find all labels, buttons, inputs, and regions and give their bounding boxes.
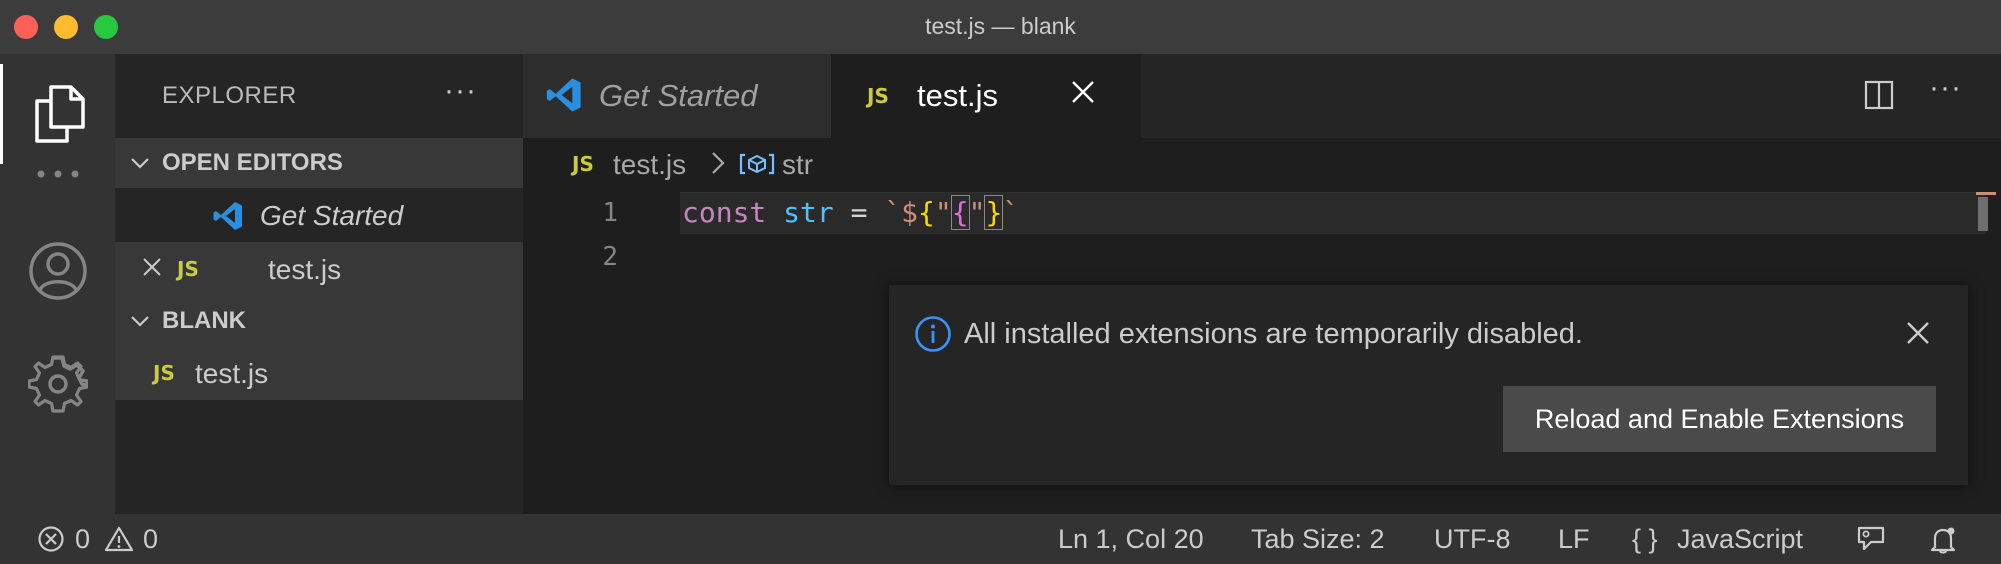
notifications-bell-icon[interactable] bbox=[1928, 525, 1958, 555]
split-editor-icon[interactable] bbox=[1864, 80, 1894, 110]
tab-label: Get Started bbox=[599, 78, 758, 113]
variable-symbol-icon bbox=[739, 153, 775, 175]
tab-test-js[interactable]: JS test.js bbox=[831, 54, 1141, 138]
activity-bar bbox=[0, 54, 115, 514]
tab-label: test.js bbox=[917, 78, 998, 113]
token-template-open: ` bbox=[884, 196, 902, 229]
end-of-line[interactable]: LF bbox=[1558, 524, 1590, 555]
explorer-more-actions-button[interactable]: ··· bbox=[444, 74, 477, 108]
js-file-icon: JS bbox=[177, 257, 199, 281]
file-tree-item-test-js[interactable]: JS test.js bbox=[115, 346, 523, 400]
close-icon[interactable] bbox=[1906, 321, 1930, 345]
info-icon bbox=[915, 316, 951, 352]
open-editors-section-header[interactable]: OPEN EDITORS bbox=[115, 138, 523, 188]
error-count[interactable]: 0 bbox=[75, 524, 90, 555]
close-icon[interactable] bbox=[142, 257, 162, 277]
token-dollar: $ bbox=[901, 196, 919, 229]
title-bar: test.js — blank bbox=[0, 0, 2001, 54]
open-editor-item-get-started[interactable]: Get Started bbox=[115, 188, 523, 242]
vscode-logo-icon bbox=[546, 78, 581, 112]
editor-more-actions-button[interactable]: ··· bbox=[1929, 71, 1962, 105]
line-number: 2 bbox=[602, 242, 618, 272]
notification-toast: All installed extensions are temporarily… bbox=[889, 285, 1968, 485]
token-brace-open: { bbox=[918, 196, 935, 229]
warning-icon[interactable] bbox=[104, 525, 134, 553]
more-icon[interactable] bbox=[0, 144, 115, 204]
tab-get-started[interactable]: Get Started bbox=[523, 54, 831, 138]
language-mode[interactable]: JavaScript bbox=[1677, 524, 1803, 555]
token-brace-close: } bbox=[984, 195, 1004, 230]
reload-and-enable-extensions-button[interactable]: Reload and Enable Extensions bbox=[1503, 386, 1936, 452]
open-editors-label: OPEN EDITORS bbox=[162, 149, 343, 176]
token-quote: " bbox=[968, 196, 986, 229]
token-keyword: const bbox=[682, 196, 767, 229]
status-bar: 0 0 Ln 1, Col 20 Tab Size: 2 UTF-8 LF { … bbox=[0, 514, 2001, 564]
editor-tab-bar: Get Started JS test.js ··· bbox=[523, 54, 2001, 138]
window-title: test.js — blank bbox=[925, 13, 1076, 39]
breadcrumb-symbol[interactable]: str bbox=[782, 149, 813, 181]
open-editor-label: test.js bbox=[268, 254, 342, 285]
explorer-header: EXPLORER ··· bbox=[115, 54, 523, 138]
chevron-down-icon bbox=[131, 316, 149, 327]
language-braces-icon: { } bbox=[1632, 524, 1658, 554]
breadcrumb: JS test.js str bbox=[523, 138, 2001, 192]
vscode-window: test.js — blank EXPLORER ··· OPEN EDITOR… bbox=[0, 0, 2001, 564]
tab-size[interactable]: Tab Size: 2 bbox=[1251, 524, 1385, 555]
js-file-icon: JS bbox=[153, 361, 175, 385]
token-variable: str bbox=[783, 196, 834, 229]
js-file-icon: JS bbox=[867, 84, 889, 108]
error-icon[interactable] bbox=[37, 525, 65, 553]
vscode-logo-icon bbox=[213, 202, 242, 230]
encoding[interactable]: UTF-8 bbox=[1434, 524, 1511, 555]
token-quote: " bbox=[934, 196, 952, 229]
notification-message: All installed extensions are temporarily… bbox=[964, 318, 1583, 350]
warning-count[interactable]: 0 bbox=[143, 524, 158, 555]
open-editor-label: Get Started bbox=[260, 200, 404, 231]
open-editor-item-test-js[interactable]: JS test.js bbox=[115, 242, 523, 296]
chevron-down-icon bbox=[131, 158, 149, 169]
close-icon[interactable] bbox=[1071, 80, 1095, 104]
code-line-1: const str = `${"{"}` bbox=[682, 195, 1020, 230]
chevron-right-icon bbox=[712, 152, 725, 174]
explorer-sidebar: EXPLORER ··· OPEN EDITORS Get Started JS… bbox=[115, 54, 523, 514]
js-file-icon: JS bbox=[572, 152, 594, 176]
token-operator: = bbox=[850, 196, 868, 229]
line-number: 1 bbox=[602, 198, 618, 228]
file-tree-label: test.js bbox=[195, 358, 269, 389]
cursor-position[interactable]: Ln 1, Col 20 bbox=[1058, 524, 1204, 555]
token-template-close: ` bbox=[1002, 196, 1020, 229]
account-icon[interactable] bbox=[0, 236, 115, 306]
token-literal-brace: { bbox=[950, 195, 970, 230]
blank-folder-section-header[interactable]: BLANK bbox=[115, 296, 523, 346]
feedback-icon[interactable] bbox=[1855, 525, 1887, 553]
folder-label: BLANK bbox=[162, 307, 246, 334]
breadcrumb-file[interactable]: test.js bbox=[613, 149, 686, 181]
explorer-title: EXPLORER bbox=[162, 82, 297, 109]
settings-icon[interactable] bbox=[0, 349, 115, 419]
scrollbar-thumb[interactable] bbox=[1978, 197, 1988, 231]
